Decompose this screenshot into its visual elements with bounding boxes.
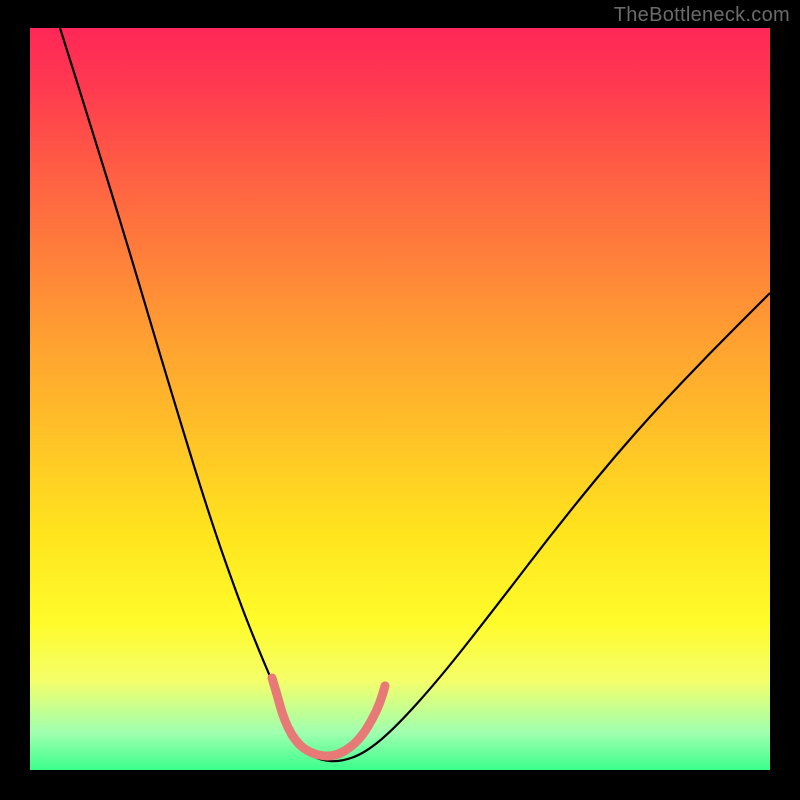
black-curve xyxy=(60,28,770,761)
chart-root: TheBottleneck.com xyxy=(0,0,800,800)
salmon-trough xyxy=(272,678,385,756)
curve-svg xyxy=(30,28,770,770)
watermark-text: TheBottleneck.com xyxy=(614,4,790,27)
plot-area xyxy=(30,28,770,770)
